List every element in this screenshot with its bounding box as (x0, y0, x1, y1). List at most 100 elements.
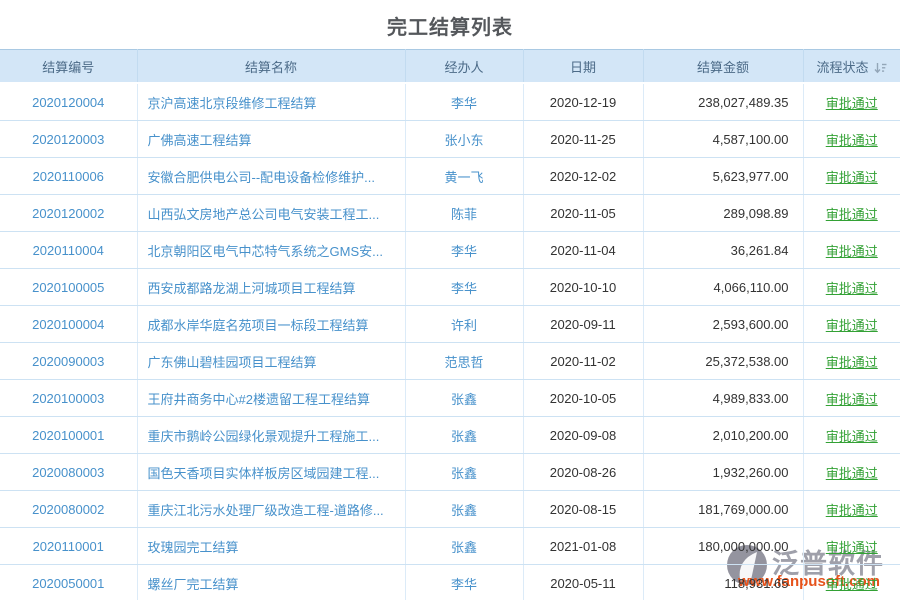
cell-handler: 张鑫 (405, 417, 523, 454)
settlement-name-link[interactable]: 螺丝厂完工结算 (148, 577, 239, 592)
date-value: 2020-09-11 (550, 317, 616, 332)
settlement-id-link[interactable]: 2020090003 (32, 354, 104, 369)
handler-link[interactable]: 李华 (451, 577, 477, 592)
cell-date: 2021-01-08 (523, 528, 643, 565)
cell-amount: 238,027,489.35 (643, 83, 803, 121)
page-title: 完工结算列表 (0, 0, 900, 49)
cell-date: 2020-05-11 (523, 565, 643, 600)
date-value: 2020-11-02 (550, 354, 616, 369)
table-row: 2020100005西安成都路龙湖上河城项目工程结算李华2020-10-104,… (0, 269, 900, 306)
settlement-id-link[interactable]: 2020080002 (32, 502, 104, 517)
handler-link[interactable]: 张鑫 (451, 392, 477, 407)
settlement-id-link[interactable]: 2020110006 (33, 169, 104, 184)
sort-descending-icon (874, 62, 887, 74)
table-row: 2020110001玫瑰园完工结算张鑫2021-01-08180,000,000… (0, 528, 900, 565)
cell-status: 审批通过 (803, 380, 900, 417)
settlement-name-link[interactable]: 安徽合肥供电公司--配电设备检修维护... (148, 170, 376, 185)
handler-link[interactable]: 张鑫 (451, 429, 477, 444)
amount-value: 118,931.65 (724, 576, 788, 591)
settlement-name-link[interactable]: 国色天香项目实体样板房区域园建工程... (148, 466, 380, 481)
settlement-id-link[interactable]: 2020120003 (32, 132, 104, 147)
handler-link[interactable]: 李华 (451, 281, 477, 296)
settlement-name-link[interactable]: 西安成都路龙湖上河城项目工程结算 (148, 281, 356, 296)
status-link[interactable]: 审批通过 (826, 133, 878, 148)
settlement-name-link[interactable]: 重庆市鹅岭公园绿化景观提升工程施工... (148, 429, 380, 444)
status-link[interactable]: 审批通过 (826, 429, 878, 444)
settlement-name-link[interactable]: 玫瑰园完工结算 (148, 540, 239, 555)
cell-settlement-name: 广东佛山碧桂园项目工程结算 (137, 343, 405, 380)
cell-date: 2020-12-19 (523, 83, 643, 121)
table-row: 2020110004北京朝阳区电气中芯特气系统之GMS安...李华2020-11… (0, 232, 900, 269)
column-header-label: 结算名称 (245, 60, 297, 75)
table-header-row: 结算编号结算名称经办人日期结算金额流程状态 (0, 50, 900, 84)
settlement-id-link[interactable]: 2020080003 (32, 465, 104, 480)
column-header-status[interactable]: 流程状态 (803, 50, 900, 84)
cell-status: 审批通过 (803, 343, 900, 380)
handler-link[interactable]: 许利 (451, 318, 477, 333)
cell-status: 审批通过 (803, 454, 900, 491)
settlement-id-link[interactable]: 2020120002 (32, 206, 104, 221)
cell-settlement-name: 山西弘文房地产总公司电气安装工程工... (137, 195, 405, 232)
settlement-name-link[interactable]: 京沪高速北京段维修工程结算 (148, 96, 317, 111)
cell-status: 审批通过 (803, 158, 900, 195)
status-link[interactable]: 审批通过 (826, 244, 878, 259)
settlement-id-link[interactable]: 2020100004 (32, 317, 104, 332)
cell-amount: 1,932,260.00 (643, 454, 803, 491)
handler-link[interactable]: 范思哲 (444, 355, 483, 370)
status-link[interactable]: 审批通过 (826, 503, 878, 518)
column-header-name: 结算名称 (137, 50, 405, 84)
table-row: 2020100004成都水岸华庭名苑项目一标段工程结算许利2020-09-112… (0, 306, 900, 343)
handler-link[interactable]: 李华 (451, 96, 477, 111)
cell-date: 2020-12-02 (523, 158, 643, 195)
status-link[interactable]: 审批通过 (826, 577, 878, 592)
amount-value: 238,027,489.35 (698, 95, 788, 110)
table-row: 2020090003广东佛山碧桂园项目工程结算范思哲2020-11-0225,3… (0, 343, 900, 380)
settlement-name-link[interactable]: 成都水岸华庭名苑项目一标段工程结算 (148, 318, 369, 333)
cell-date: 2020-08-15 (523, 491, 643, 528)
settlement-id-link[interactable]: 2020100003 (32, 391, 104, 406)
handler-link[interactable]: 张鑫 (451, 540, 477, 555)
settlement-id-link[interactable]: 2020050001 (32, 576, 104, 591)
handler-link[interactable]: 张鑫 (451, 466, 477, 481)
cell-date: 2020-09-11 (523, 306, 643, 343)
settlement-name-link[interactable]: 王府井商务中心#2楼遗留工程工程结算 (148, 392, 370, 407)
amount-value: 5,623,977.00 (713, 169, 789, 184)
status-link[interactable]: 审批通过 (826, 281, 878, 296)
settlement-id-link[interactable]: 2020100005 (32, 280, 104, 295)
handler-link[interactable]: 李华 (451, 244, 477, 259)
column-header-id: 结算编号 (0, 50, 137, 84)
settlement-id-link[interactable]: 2020110004 (33, 243, 104, 258)
cell-settlement-name: 北京朝阳区电气中芯特气系统之GMS安... (137, 232, 405, 269)
status-link[interactable]: 审批通过 (826, 170, 878, 185)
settlement-id-link[interactable]: 2020100001 (32, 428, 104, 443)
cell-amount: 118,931.65 (643, 565, 803, 600)
cell-settlement-id: 2020120002 (0, 195, 137, 232)
settlement-name-link[interactable]: 山西弘文房地产总公司电气安装工程工... (148, 207, 380, 222)
cell-handler: 张鑫 (405, 491, 523, 528)
status-link[interactable]: 审批通过 (826, 96, 878, 111)
settlement-name-link[interactable]: 广佛高速工程结算 (148, 133, 252, 148)
status-link[interactable]: 审批通过 (826, 207, 878, 222)
handler-link[interactable]: 黄一飞 (444, 170, 483, 185)
settlement-id-link[interactable]: 2020110001 (33, 539, 104, 554)
date-value: 2020-11-05 (550, 206, 616, 221)
settlement-name-link[interactable]: 重庆江北污水处理厂级改造工程-道路修... (148, 503, 384, 518)
date-value: 2020-09-08 (550, 428, 617, 443)
cell-handler: 李华 (405, 83, 523, 121)
status-link[interactable]: 审批通过 (826, 466, 878, 481)
status-link[interactable]: 审批通过 (826, 355, 878, 370)
status-link[interactable]: 审批通过 (826, 392, 878, 407)
settlement-id-link[interactable]: 2020120004 (32, 95, 104, 110)
settlement-name-link[interactable]: 北京朝阳区电气中芯特气系统之GMS安... (148, 244, 383, 259)
handler-link[interactable]: 陈菲 (451, 207, 477, 222)
cell-settlement-name: 国色天香项目实体样板房区域园建工程... (137, 454, 405, 491)
cell-status: 审批通过 (803, 121, 900, 158)
handler-link[interactable]: 张鑫 (451, 503, 477, 518)
cell-status: 审批通过 (803, 417, 900, 454)
cell-status: 审批通过 (803, 306, 900, 343)
cell-settlement-name: 广佛高速工程结算 (137, 121, 405, 158)
status-link[interactable]: 审批通过 (826, 318, 878, 333)
status-link[interactable]: 审批通过 (826, 540, 878, 555)
settlement-name-link[interactable]: 广东佛山碧桂园项目工程结算 (148, 355, 317, 370)
handler-link[interactable]: 张小东 (444, 133, 483, 148)
